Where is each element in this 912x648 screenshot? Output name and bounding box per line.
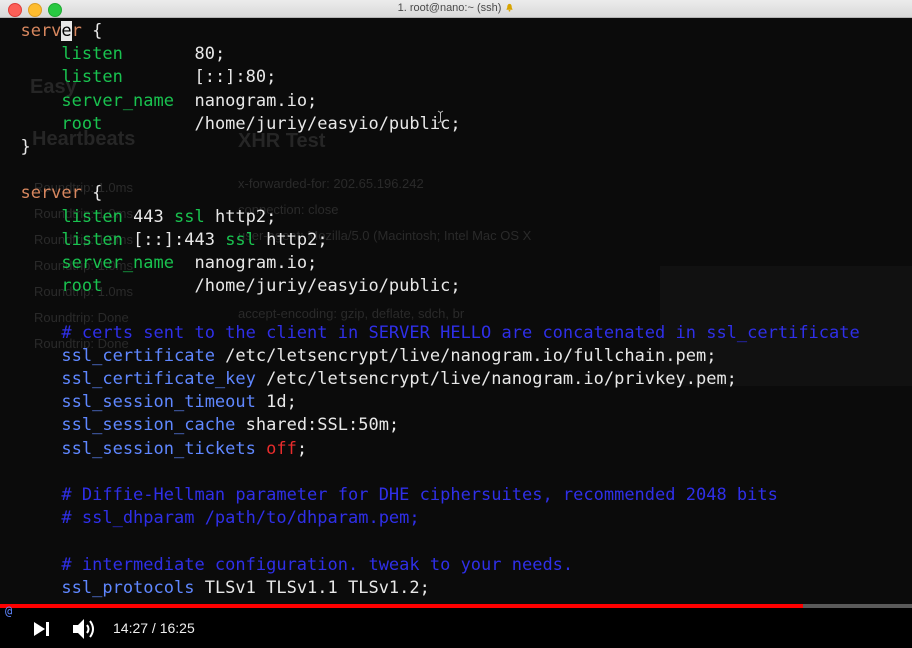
vim-status-marker: @ [5, 604, 13, 618]
terminal-line: server { [0, 20, 102, 43]
terminal-token: http2; [255, 229, 328, 250]
terminal-line: root /home/juriy/easyio/public; [0, 275, 461, 298]
terminal-token: off [255, 438, 297, 459]
window-title: 1. root@nano:~ (ssh) [397, 2, 502, 14]
terminal-token: # Diffie-Hellman parameter for DHE ciphe… [0, 485, 778, 505]
terminal-token: listen [0, 67, 123, 88]
terminal-token: ssl [174, 206, 205, 227]
terminal-token: /etc/letsencrypt/live/nanogram.io/privke… [255, 369, 737, 389]
terminal-token: { [81, 21, 103, 41]
terminal-token: /etc/letsencrypt/live/nanogram.io/fullch… [214, 345, 717, 366]
terminal-token: http2; [204, 206, 277, 227]
terminal-token: listen [0, 44, 123, 65]
terminal-token: listen [0, 206, 123, 227]
terminal-line: ssl_session_timeout 1d; [0, 391, 297, 414]
terminal-token: 443 [122, 206, 175, 227]
window-titlebar: 1. root@nano:~ (ssh) [0, 0, 912, 18]
terminal-token: ssl_session_cache [0, 415, 236, 436]
terminal-line: server_name nanogram.io; [0, 90, 317, 113]
terminal-token: 1d; [255, 392, 297, 413]
zoom-window-button[interactable] [48, 3, 62, 17]
terminal-line: ssl_certificate_key /etc/letsencrypt/liv… [0, 368, 737, 391]
terminal-token: } [0, 137, 31, 157]
terminal-area[interactable]: Easy Heartbeats XHR Test Roundtrip: 1.0m… [0, 18, 912, 606]
ghost-header: x-forwarded-for: 202.65.196.242 [238, 176, 424, 191]
terminal-token: /home/juriy/easyio/public; [102, 276, 461, 297]
text-cursor-icon [437, 110, 444, 124]
terminal-token: ssl_protocols [0, 577, 195, 598]
terminal-token: # ssl_dhparam /path/to/dhparam.pem; [0, 508, 420, 529]
terminal-line: listen 443 ssl http2; [0, 206, 276, 229]
terminal-token: serv [0, 21, 62, 41]
terminal-line: # ssl_dhparam /path/to/dhparam.pem; [0, 507, 420, 530]
terminal-line: root /home/juriy/easyio/public; [0, 113, 461, 136]
video-time-display: 14:27 / 16:25 [113, 620, 195, 636]
terminal-token: ssl_certificate_key [0, 369, 256, 389]
ghost-header: accept-encoding: gzip, deflate, sdch, br [238, 306, 465, 321]
terminal-token: listen [0, 229, 123, 250]
terminal-token: ; [296, 438, 308, 459]
terminal-token: /home/juriy/easyio/public; [102, 113, 461, 134]
terminal-token: ssl [225, 229, 256, 250]
terminal-token: # certs sent to the client in SERVER HEL… [0, 322, 860, 343]
terminal-line: listen [::]:80; [0, 66, 276, 89]
terminal-token: ssl_certificate [0, 345, 215, 366]
video-controls: @ 14:27 / 16:25 [0, 604, 912, 648]
bell-icon [506, 3, 514, 12]
terminal-token: shared:SSL:50m; [235, 415, 400, 436]
terminal-token: # intermediate configuration. tweak to y… [0, 554, 574, 575]
window-title-container: 1. root@nano:~ (ssh) [0, 0, 912, 17]
terminal-line: # certs sent to the client in SERVER HEL… [0, 322, 860, 345]
terminal-line: # Diffie-Hellman parameter for DHE ciphe… [0, 484, 778, 507]
terminal-token: [::]:80; [122, 67, 277, 88]
terminal-line: ssl_session_tickets off; [0, 438, 307, 461]
terminal-line: server_name nanogram.io; [0, 252, 317, 275]
terminal-line: ssl_session_cache shared:SSL:50m; [0, 414, 399, 437]
terminal-token: TLSv1 TLSv1.1 TLSv1.2; [194, 577, 430, 598]
terminal-token: server_name [0, 90, 174, 111]
terminal-line: listen 80; [0, 43, 225, 66]
terminal-token: server [0, 183, 82, 204]
terminal-line: listen [::]:443 ssl http2; [0, 229, 328, 252]
terminal-token: 80; [122, 44, 226, 65]
terminal-token: root [0, 113, 103, 134]
terminal-cursor: e [61, 21, 72, 41]
terminal-token: [::]:443 [122, 229, 226, 250]
terminal-token: nanogram.io; [174, 253, 318, 273]
volume-icon[interactable] [71, 617, 97, 641]
terminal-token: ssl_session_tickets [0, 438, 256, 459]
terminal-token: server_name [0, 253, 174, 273]
next-video-icon[interactable] [33, 621, 51, 637]
terminal-line: server { [0, 182, 102, 205]
minimize-window-button[interactable] [28, 3, 42, 17]
terminal-token: root [0, 276, 103, 297]
terminal-line: } [0, 136, 31, 159]
terminal-token: { [81, 183, 103, 204]
terminal-line: ssl_protocols TLSv1 TLSv1.1 TLSv1.2; [0, 577, 430, 600]
terminal-line: ssl_certificate /etc/letsencrypt/live/na… [0, 345, 716, 368]
terminal-token: nanogram.io; [174, 90, 318, 111]
terminal-token: r [71, 21, 82, 41]
terminal-line: # intermediate configuration. tweak to y… [0, 554, 573, 577]
close-window-button[interactable] [8, 3, 22, 17]
terminal-token: ssl_session_timeout [0, 392, 256, 413]
